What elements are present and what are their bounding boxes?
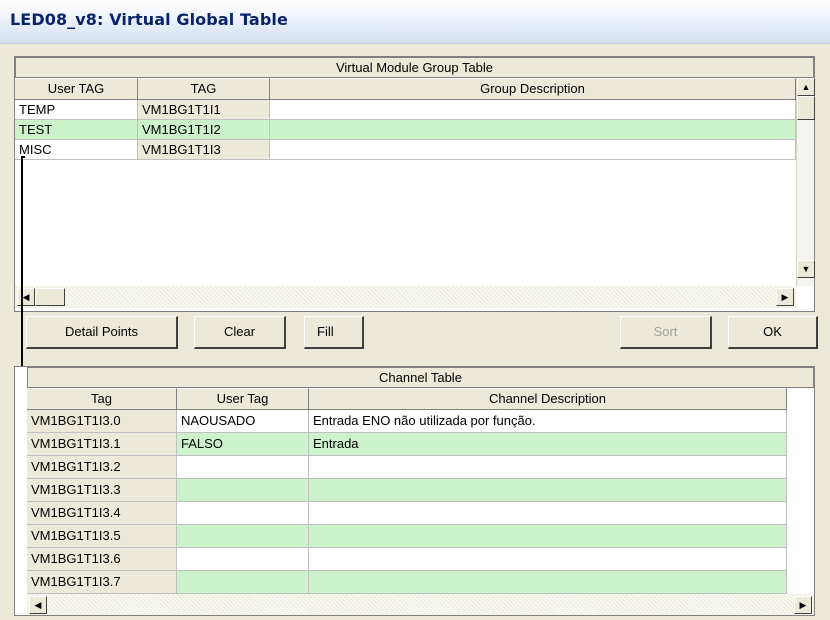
channel-cell-description[interactable] [309,548,787,571]
channel-col-user-tag[interactable]: User Tag [177,388,309,410]
group-horizontal-scrollbar[interactable]: ◀ ▶ [15,286,796,308]
group-col-description[interactable]: Group Description [270,78,796,100]
channel-cell-description[interactable]: Entrada ENO não utilizada por função. [309,410,787,433]
ok-button[interactable]: OK [728,316,818,349]
channel-cell-tag[interactable]: VM1BG1T1I3.6 [27,548,177,571]
group-cell-tag[interactable]: VM1BG1T1I2 [138,120,270,140]
group-cell-user-tag[interactable]: MISC [15,140,138,160]
group-cell-user-tag[interactable]: TEST [15,120,138,140]
detail-points-button[interactable]: Detail Points [26,316,178,349]
channel-col-description[interactable]: Channel Description [309,388,787,410]
group-cell-tag[interactable]: VM1BG1T1I1 [138,100,270,120]
group-table-caption: Virtual Module Group Table [15,57,814,78]
group-vertical-scrollbar[interactable]: ▲ ▼ [796,78,815,286]
scroll-left-icon[interactable]: ◀ [29,596,47,614]
channel-cell-tag[interactable]: VM1BG1T1I3.5 [27,525,177,548]
scroll-up-icon[interactable]: ▲ [797,78,815,96]
channel-cell-user-tag[interactable]: FALSO [177,433,309,456]
scroll-left-icon[interactable]: ◀ [17,288,35,306]
channel-cell-user-tag[interactable] [177,456,309,479]
group-cell-description[interactable] [270,140,796,160]
channel-col-tag[interactable]: Tag [27,388,177,410]
channel-horizontal-scrollbar[interactable]: ◀ ▶ [27,594,814,615]
channel-cell-tag[interactable]: VM1BG1T1I3.0 [27,410,177,433]
channel-cell-tag[interactable]: VM1BG1T1I3.7 [27,571,177,594]
channel-cell-user-tag[interactable]: NAOUSADO [177,410,309,433]
group-cell-tag[interactable]: VM1BG1T1I3 [138,140,270,160]
scroll-right-icon[interactable]: ▶ [794,596,812,614]
fill-button[interactable]: Fill [304,316,364,349]
channel-cell-tag[interactable]: VM1BG1T1I3.4 [27,502,177,525]
channel-cell-tag[interactable]: VM1BG1T1I3.2 [27,456,177,479]
sort-button[interactable]: Sort [620,316,712,349]
clear-button[interactable]: Clear [194,316,286,349]
scroll-down-icon[interactable]: ▼ [797,260,815,278]
group-cell-description[interactable] [270,120,796,140]
channel-table-caption: Channel Table [27,367,814,388]
group-col-user-tag[interactable]: User TAG [15,78,138,100]
channel-cell-user-tag[interactable] [177,479,309,502]
scroll-right-icon[interactable]: ▶ [776,288,794,306]
channel-cell-description[interactable] [309,502,787,525]
channel-cell-user-tag[interactable] [177,525,309,548]
channel-cell-user-tag[interactable] [177,548,309,571]
channel-cell-user-tag[interactable] [177,571,309,594]
channel-cell-description[interactable] [309,456,787,479]
group-cell-user-tag[interactable]: TEMP [15,100,138,120]
channel-cell-description[interactable]: Entrada [309,433,787,456]
channel-cell-tag[interactable]: VM1BG1T1I3.3 [27,479,177,502]
window-title: LED08_v8: Virtual Global Table [10,10,288,29]
virtual-global-table-window: LED08_v8: Virtual Global Table Virtual M… [0,0,830,620]
channel-cell-description[interactable] [309,571,787,594]
channel-cell-user-tag[interactable] [177,502,309,525]
channel-cell-description[interactable] [309,479,787,502]
scroll-thumb[interactable] [797,96,815,120]
scroll-thumb[interactable] [35,288,65,306]
channel-cell-description[interactable] [309,525,787,548]
title-bar[interactable]: LED08_v8: Virtual Global Table [0,0,830,44]
group-col-tag[interactable]: TAG [138,78,270,100]
group-cell-description[interactable] [270,100,796,120]
channel-cell-tag[interactable]: VM1BG1T1I3.1 [27,433,177,456]
